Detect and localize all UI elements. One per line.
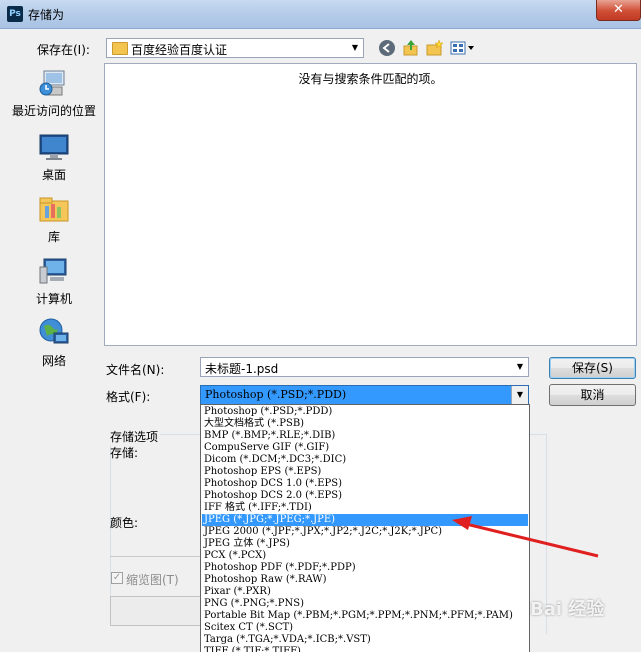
- place-network-label: 网络: [41, 354, 66, 368]
- place-computer-label: 计算机: [35, 292, 72, 306]
- format-option[interactable]: JPEG 2000 (*.JPF;*.JPX;*.JP2;*.J2C;*.J2K…: [202, 526, 528, 538]
- format-label: 格式(F):: [106, 390, 151, 404]
- icc-profile-box: [110, 596, 202, 626]
- color-label: 颜色:: [110, 516, 139, 530]
- format-option[interactable]: CompuServe GIF (*.GIF): [202, 442, 528, 454]
- file-list[interactable]: 没有与搜索条件匹配的项。: [104, 63, 637, 346]
- cancel-button[interactable]: 取消: [549, 384, 636, 406]
- up-folder-button[interactable]: [402, 39, 420, 57]
- back-button[interactable]: [378, 39, 396, 57]
- save-as-dialog: Ps 存储为 ✕ 保存在(I): 百度经验百度认证 ▼ 最近访问的位置 桌面 库…: [0, 0, 641, 652]
- desktop-icon: [38, 131, 70, 163]
- recent-places-icon: [38, 67, 70, 99]
- format-option[interactable]: Scitex CT (*.SCT): [202, 622, 528, 634]
- filename-value: 未标题-1.psd: [205, 362, 279, 376]
- places-bar: 最近访问的位置 桌面 库 计算机 网络: [4, 63, 104, 383]
- separator: [110, 556, 200, 557]
- save-in-value: 百度经验百度认证: [131, 43, 228, 57]
- place-library[interactable]: 库: [4, 193, 104, 245]
- save-in-dropdown[interactable]: 百度经验百度认证 ▼: [106, 38, 364, 58]
- up-folder-icon: [403, 40, 418, 56]
- format-option[interactable]: Photoshop Raw (*.RAW): [202, 574, 528, 586]
- format-option[interactable]: Photoshop PDF (*.PDF;*.PDP): [202, 562, 528, 574]
- format-dropdown[interactable]: Photoshop (*.PSD;*.PDD) ▼: [200, 385, 529, 405]
- view-menu-icon: [450, 41, 474, 55]
- format-option[interactable]: Photoshop DCS 2.0 (*.EPS): [202, 490, 528, 502]
- format-option[interactable]: JPEG 立体 (*.JPS): [202, 538, 528, 550]
- place-network[interactable]: 网络: [4, 317, 104, 369]
- new-folder-icon: [426, 39, 444, 56]
- computer-icon: [38, 255, 70, 287]
- library-icon: [38, 193, 70, 225]
- format-option[interactable]: Dicom (*.DCM;*.DC3;*.DIC): [202, 454, 528, 466]
- format-option[interactable]: IFF 格式 (*.IFF;*.TDI): [202, 502, 528, 514]
- place-recent[interactable]: 最近访问的位置: [4, 67, 104, 119]
- window-title: 存储为: [28, 8, 65, 22]
- thumbnail-label: 缩览图(T): [126, 573, 179, 587]
- format-option[interactable]: Pixar (*.PXR): [202, 586, 528, 598]
- place-desktop-label: 桌面: [41, 168, 66, 182]
- save-button[interactable]: 保存(S): [549, 357, 636, 379]
- thumbnail-checkbox[interactable]: ✓: [111, 572, 123, 584]
- chevron-down-icon: ▼: [351, 43, 359, 52]
- view-menu-button[interactable]: [450, 39, 476, 57]
- new-folder-button[interactable]: [426, 39, 444, 57]
- format-option[interactable]: PNG (*.PNG;*.PNS): [202, 598, 528, 610]
- folder-icon: [112, 42, 128, 55]
- format-option[interactable]: Photoshop (*.PSD;*.PDD): [202, 406, 528, 418]
- empty-message: 没有与搜索条件匹配的项。: [298, 72, 443, 86]
- format-options-list[interactable]: Photoshop (*.PSD;*.PDD) 大型文档格式 (*.PSB) BMP…: [200, 404, 530, 652]
- back-icon: [379, 40, 395, 56]
- place-recent-label: 最近访问的位置: [11, 104, 96, 118]
- format-option[interactable]: Photoshop DCS 1.0 (*.EPS): [202, 478, 528, 490]
- format-option[interactable]: BMP (*.BMP;*.RLE;*.DIB): [202, 430, 528, 442]
- title-bar: Ps 存储为 ✕: [0, 0, 641, 29]
- format-option[interactable]: Targa (*.TGA;*.VDA;*.ICB;*.VST): [202, 634, 528, 646]
- format-selected-value: Photoshop (*.PSD;*.PDD): [205, 388, 347, 401]
- format-option[interactable]: Photoshop EPS (*.EPS): [202, 466, 528, 478]
- format-option[interactable]: JPEG (*.JPG;*.JPEG;*.JPE): [202, 514, 528, 526]
- format-option[interactable]: Portable Bit Map (*.PBM;*.PGM;*.PPM;*.PN…: [202, 610, 528, 622]
- format-option[interactable]: PCX (*.PCX): [202, 550, 528, 562]
- network-icon: [38, 317, 70, 349]
- format-option[interactable]: 大型文档格式 (*.PSB): [202, 418, 528, 430]
- chevron-down-icon: ▼: [516, 362, 524, 371]
- filename-input[interactable]: 未标题-1.psd ▼: [200, 357, 529, 377]
- close-button[interactable]: ✕: [596, 0, 641, 21]
- save-options-group-label: 存储选项: [110, 428, 161, 445]
- place-computer[interactable]: 计算机: [4, 255, 104, 307]
- store-label: 存储:: [110, 446, 139, 460]
- watermark: Bai 经验: [530, 599, 605, 620]
- place-library-label: 库: [47, 230, 60, 244]
- photoshop-app-icon: Ps: [7, 6, 23, 22]
- filename-label: 文件名(N):: [106, 363, 165, 377]
- save-in-label: 保存在(I):: [37, 43, 90, 57]
- place-desktop[interactable]: 桌面: [4, 131, 104, 183]
- chevron-down-icon: ▼: [511, 386, 528, 404]
- format-option[interactable]: TIFF (*.TIF;*.TIFF): [202, 646, 528, 652]
